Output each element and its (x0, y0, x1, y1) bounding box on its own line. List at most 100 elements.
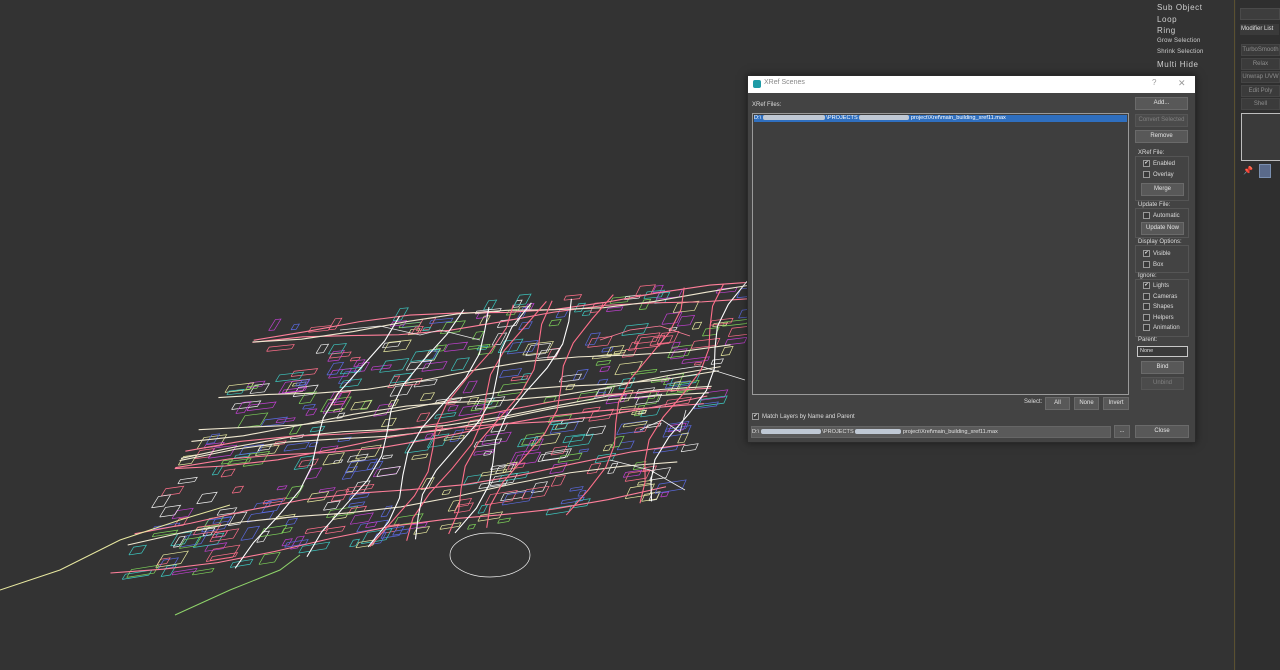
cameras-checkbox[interactable]: Cameras (1143, 293, 1177, 300)
map-line (229, 558, 254, 568)
select-invert-button[interactable]: Invert (1103, 397, 1129, 410)
shapes-label: Shapes (1153, 304, 1174, 311)
map-line (159, 504, 182, 518)
unbind-button[interactable]: Unbind (1141, 377, 1184, 390)
map-line (691, 321, 703, 330)
enabled-checkbox[interactable]: ✔ Enabled (1143, 160, 1175, 167)
roundabout-outline (449, 532, 531, 578)
show-end-result-icon[interactable] (1259, 164, 1271, 178)
modifier-stack[interactable] (1241, 113, 1280, 161)
browse-button[interactable]: ... (1114, 425, 1130, 438)
command-ring[interactable]: Ring (1157, 26, 1176, 35)
select-all-button[interactable]: All (1045, 397, 1070, 410)
map-line (309, 425, 326, 433)
map-line (266, 344, 295, 352)
add-button[interactable]: Add... (1135, 97, 1188, 110)
map-line (424, 433, 434, 439)
map-line (328, 317, 343, 331)
map-line (563, 294, 583, 301)
map-line (649, 335, 674, 346)
file-path-field[interactable]: D:\ \PROJECTS project\Xref\main_building… (751, 426, 1111, 438)
map-line (499, 368, 523, 378)
automatic-checkbox[interactable]: Automatic (1143, 212, 1180, 219)
map-line (710, 358, 724, 365)
modifier-button-shell[interactable]: Shell (1241, 98, 1280, 110)
merge-button[interactable]: Merge (1141, 183, 1184, 196)
map-line (512, 299, 523, 308)
bind-button[interactable]: Bind (1141, 361, 1184, 374)
modifier-button-unwrap[interactable]: Unwrap UVW (1241, 71, 1280, 83)
map-line (416, 412, 431, 422)
shapes-checkbox[interactable]: Shapes (1143, 303, 1173, 310)
map-line (315, 343, 330, 354)
map-line (550, 474, 566, 487)
lights-label: Lights (1153, 283, 1170, 290)
helpers-checkbox[interactable]: Helpers (1143, 314, 1174, 321)
xref-file-label: XRef File: (1138, 150, 1165, 156)
xref-files-label: XRef Files: (752, 102, 782, 108)
display-options-label: Display Options: (1138, 239, 1182, 245)
map-line (453, 502, 475, 514)
close-icon[interactable]: ✕ (1178, 78, 1186, 89)
map-line (413, 379, 438, 388)
app-icon (753, 80, 761, 88)
map-line (720, 346, 734, 357)
checkbox-icon (1143, 212, 1150, 219)
map-line (441, 489, 452, 496)
file-path-suffix: project\Xref\main_building_xref11.max (902, 429, 998, 435)
map-line (365, 521, 378, 529)
map-line (341, 466, 359, 480)
map-line (304, 525, 329, 534)
modifier-button-turbosmooth[interactable]: TurboSmooth (1241, 44, 1280, 56)
animation-checkbox[interactable]: Animation (1143, 324, 1180, 331)
lights-checkbox[interactable]: ✔ Lights (1143, 282, 1169, 289)
checkbox-icon: ✔ (752, 413, 759, 420)
update-now-button[interactable]: Update Now (1141, 222, 1184, 235)
map-line (548, 319, 562, 327)
modifier-button-relax[interactable]: Relax (1241, 58, 1280, 70)
help-button[interactable]: ? (1152, 78, 1156, 87)
command-sub-object[interactable]: Sub Object (1157, 3, 1203, 12)
match-layers-checkbox[interactable]: ✔ Match Layers by Name and Parent (752, 413, 855, 420)
select-none-button[interactable]: None (1074, 397, 1099, 410)
map-line (569, 486, 584, 492)
parent-field[interactable]: None (1137, 346, 1188, 357)
box-checkbox[interactable]: Box (1143, 261, 1163, 268)
command-grow-selection[interactable]: Grow Selection (1157, 38, 1201, 44)
xref-scenes-dialog: XRef Scenes ? ✕ XRef Files: D:\ \PROJECT… (747, 75, 1196, 443)
map-line (638, 298, 652, 310)
command-shrink-selection[interactable]: Shrink Selection (1157, 49, 1204, 55)
checkbox-icon: ✔ (1143, 250, 1150, 257)
map-line (602, 444, 613, 452)
update-file-label: Update File: (1138, 202, 1171, 208)
map-line (151, 529, 179, 538)
pin-stack-icon[interactable]: 📌 (1243, 166, 1253, 175)
dialog-title: XRef Scenes (764, 79, 805, 86)
modifier-name-field[interactable] (1240, 8, 1280, 20)
command-loop[interactable]: Loop (1157, 15, 1177, 24)
command-multi-hide[interactable]: Multi Hide (1157, 60, 1199, 69)
map-line (290, 368, 319, 377)
list-item[interactable]: D:\ \PROJECTS project\Xref\main_building… (754, 115, 1127, 122)
map-line (513, 293, 532, 306)
dialog-titlebar[interactable]: XRef Scenes ? ✕ (748, 76, 1195, 93)
map-line (381, 454, 394, 460)
map-line (237, 412, 269, 429)
convert-selected-button[interactable]: Convert Selected (1135, 114, 1188, 127)
map-line (447, 404, 459, 412)
map-line (467, 396, 480, 405)
map-line (614, 361, 643, 376)
close-button[interactable]: Close (1135, 425, 1189, 438)
overlay-checkbox[interactable]: Overlay (1143, 171, 1174, 178)
map-line (392, 307, 409, 321)
map-line (355, 444, 382, 460)
visible-checkbox[interactable]: ✔ Visible (1143, 250, 1171, 257)
remove-button[interactable]: Remove (1135, 130, 1188, 143)
modifier-list-dropdown[interactable]: Modifier List (1240, 24, 1279, 35)
map-line (349, 538, 361, 548)
checkbox-icon: ✔ (1143, 282, 1150, 289)
map-line (622, 469, 643, 478)
modifier-button-edit-poly[interactable]: Edit Poly (1241, 85, 1280, 97)
xref-files-list[interactable]: D:\ \PROJECTS project\Xref\main_building… (752, 113, 1129, 395)
map-line (439, 522, 462, 530)
